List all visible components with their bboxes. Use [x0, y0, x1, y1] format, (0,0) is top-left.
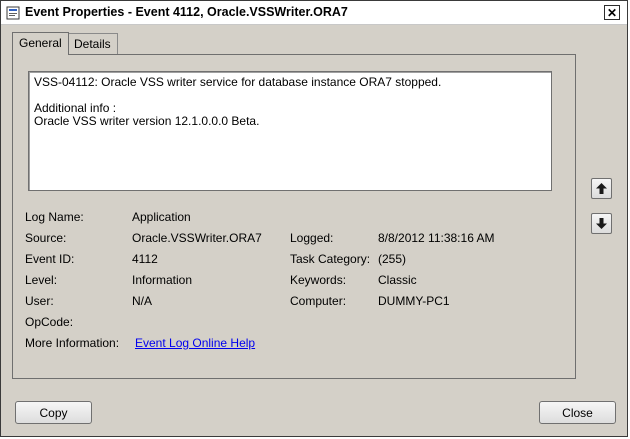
tab-details[interactable]: Details	[67, 33, 118, 54]
log-name-label: Log Name:	[25, 210, 84, 224]
source-label: Source:	[25, 231, 67, 245]
more-information-label: More Information:	[25, 336, 120, 350]
log-name-value[interactable]: Application	[132, 210, 191, 224]
keywords-label: Keywords:	[290, 273, 347, 287]
title-bar[interactable]: Event Properties - Event 4112, Oracle.VS…	[1, 1, 627, 25]
additional-info-text: Oracle VSS writer version 12.1.0.0.0 Bet…	[34, 114, 260, 128]
general-tab-panel: VSS-04112: Oracle VSS writer service for…	[12, 54, 576, 379]
computer-label: Computer:	[290, 294, 347, 308]
event-id-value[interactable]: 4112	[132, 252, 158, 266]
description-text: VSS-04112: Oracle VSS writer service for…	[34, 75, 442, 89]
level-value[interactable]: Information	[132, 273, 192, 287]
window-title: Event Properties - Event 4112, Oracle.VS…	[25, 5, 348, 19]
task-category-label: Task Category:	[290, 252, 371, 266]
previous-event-button[interactable]	[591, 178, 612, 199]
keywords-value[interactable]: Classic	[378, 273, 417, 287]
event-log-online-help-link[interactable]: Event Log Online Help	[135, 336, 255, 350]
user-value[interactable]: N/A	[132, 294, 152, 308]
event-viewer-icon	[6, 6, 20, 20]
event-id-label: Event ID:	[25, 252, 75, 266]
logged-label: Logged:	[290, 231, 334, 245]
tab-general[interactable]: General	[12, 32, 69, 55]
source-value[interactable]: Oracle.VSSWriter.ORA7	[132, 231, 262, 245]
computer-value[interactable]: DUMMY-PC1	[378, 294, 450, 308]
close-icon[interactable]: ✕	[604, 5, 620, 20]
user-label: User:	[25, 294, 54, 308]
next-event-button[interactable]	[591, 213, 612, 234]
opcode-label: OpCode:	[25, 315, 74, 329]
logged-value[interactable]: 8/8/2012 11:38:16 AM	[378, 231, 495, 245]
copy-button[interactable]: Copy	[15, 401, 92, 424]
task-category-value[interactable]: (255)	[378, 252, 406, 266]
arrow-down-icon	[596, 218, 607, 229]
close-button[interactable]: Close	[539, 401, 616, 424]
arrow-up-icon	[596, 183, 607, 194]
event-description-box[interactable]: VSS-04112: Oracle VSS writer service for…	[28, 71, 552, 191]
level-label: Level:	[25, 273, 58, 287]
event-properties-dialog: Event Properties - Event 4112, Oracle.VS…	[0, 0, 628, 437]
